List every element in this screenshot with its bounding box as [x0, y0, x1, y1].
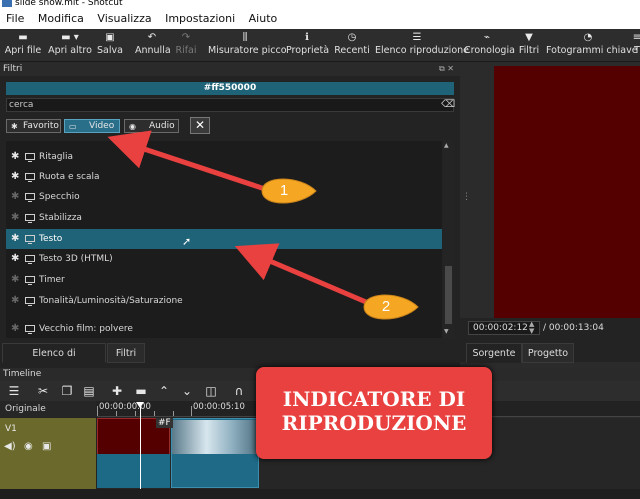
arrow-1: [107, 130, 269, 193]
arrow-2: [234, 243, 374, 308]
badge-number-1: 1: [279, 182, 289, 199]
annotation-callout: INDICATORE DI RIPRODUZIONE: [256, 367, 492, 459]
badge-number-2: 2: [381, 298, 391, 315]
